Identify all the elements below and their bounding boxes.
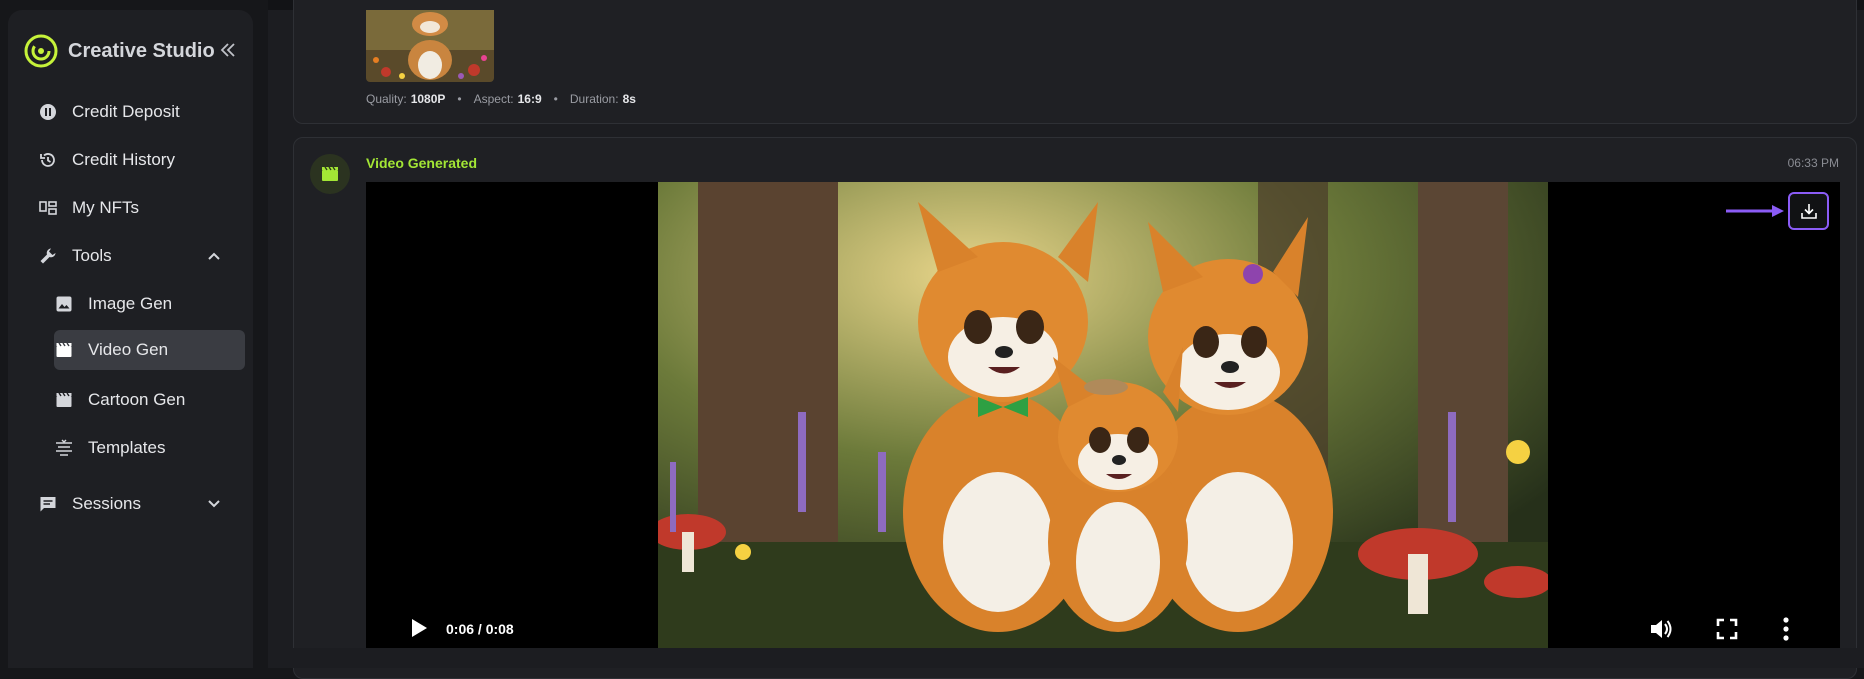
nav-templates[interactable]: Templates (54, 428, 245, 468)
nav-sessions[interactable]: Sessions (38, 484, 238, 524)
chevron-up-icon[interactable] (206, 248, 222, 264)
fox-thumbnail-image (366, 10, 494, 82)
nav-video-gen[interactable]: Video Gen (54, 330, 245, 370)
nav-label: Templates (88, 438, 166, 457)
nav-my-nfts[interactable]: My NFTs (38, 188, 238, 228)
fullscreen-icon[interactable] (1716, 618, 1738, 640)
video-player[interactable] (366, 182, 1840, 648)
nav-tools[interactable]: Tools (38, 236, 238, 276)
image-icon (54, 294, 74, 314)
more-options-icon[interactable] (1780, 616, 1792, 642)
video-avatar (310, 154, 350, 194)
brand-name: Creative Studio (68, 39, 215, 62)
nav-image-gen[interactable]: Image Gen (54, 284, 245, 324)
nav-label: Image Gen (88, 294, 173, 313)
nav-label: Sessions (72, 494, 141, 513)
nav-cartoon-gen[interactable]: Cartoon Gen (54, 380, 245, 420)
highlight-arrow (1726, 205, 1784, 217)
clapperboard-icon (54, 390, 74, 410)
clapperboard-icon (54, 340, 74, 360)
nav-label: Credit Deposit (72, 102, 180, 121)
fox-family-video-frame (658, 182, 1548, 648)
video-generated-title: Video Generated (366, 155, 478, 171)
download-icon (1800, 204, 1817, 219)
previous-video-thumbnail[interactable] (366, 10, 494, 82)
duration-label: Duration: (569, 92, 619, 106)
wrench-icon (38, 246, 58, 266)
aspect-value: 16:9 (517, 92, 542, 106)
nav-label: Video Gen (88, 340, 169, 359)
meta-separator: • (553, 92, 558, 106)
video-time: 0:06 / 0:08 (446, 621, 514, 637)
play-icon[interactable] (406, 616, 430, 640)
duration-value: 8s (622, 92, 636, 106)
templates-icon (54, 438, 74, 458)
nft-icon (38, 198, 58, 218)
quality-label: Quality: (366, 92, 407, 106)
volume-icon[interactable] (1648, 616, 1674, 642)
sidebar: Creative Studio Credit Deposit Credit Hi… (8, 10, 253, 668)
aspect-label: Aspect: (473, 92, 514, 106)
chat-icon (38, 494, 58, 514)
nav-label: My NFTs (72, 198, 140, 217)
nav-label: Tools (72, 246, 112, 265)
nav-credit-history[interactable]: Credit History (38, 140, 238, 180)
chevron-down-icon[interactable] (206, 496, 222, 512)
history-icon (38, 150, 58, 170)
brand[interactable]: Creative Studio (24, 28, 215, 74)
logo-icon (24, 34, 58, 68)
download-button[interactable] (1788, 192, 1829, 230)
previous-video-meta: Quality: 1080P • Aspect: 16:9 • Duration: 8… (366, 92, 636, 106)
bottom-strip (268, 648, 1864, 668)
coin-icon (38, 102, 58, 122)
nav-credit-deposit[interactable]: Credit Deposit (38, 92, 238, 132)
nav-label: Cartoon Gen (88, 390, 186, 409)
nav-label: Credit History (72, 150, 175, 169)
video-controls: 0:06 / 0:08 (366, 610, 1840, 648)
quality-value: 1080P (410, 92, 446, 106)
meta-separator: • (457, 92, 462, 106)
clapperboard-icon (322, 166, 338, 181)
double-chevron-left-icon[interactable] (218, 40, 238, 60)
video-timestamp: 06:33 PM (1787, 156, 1839, 170)
